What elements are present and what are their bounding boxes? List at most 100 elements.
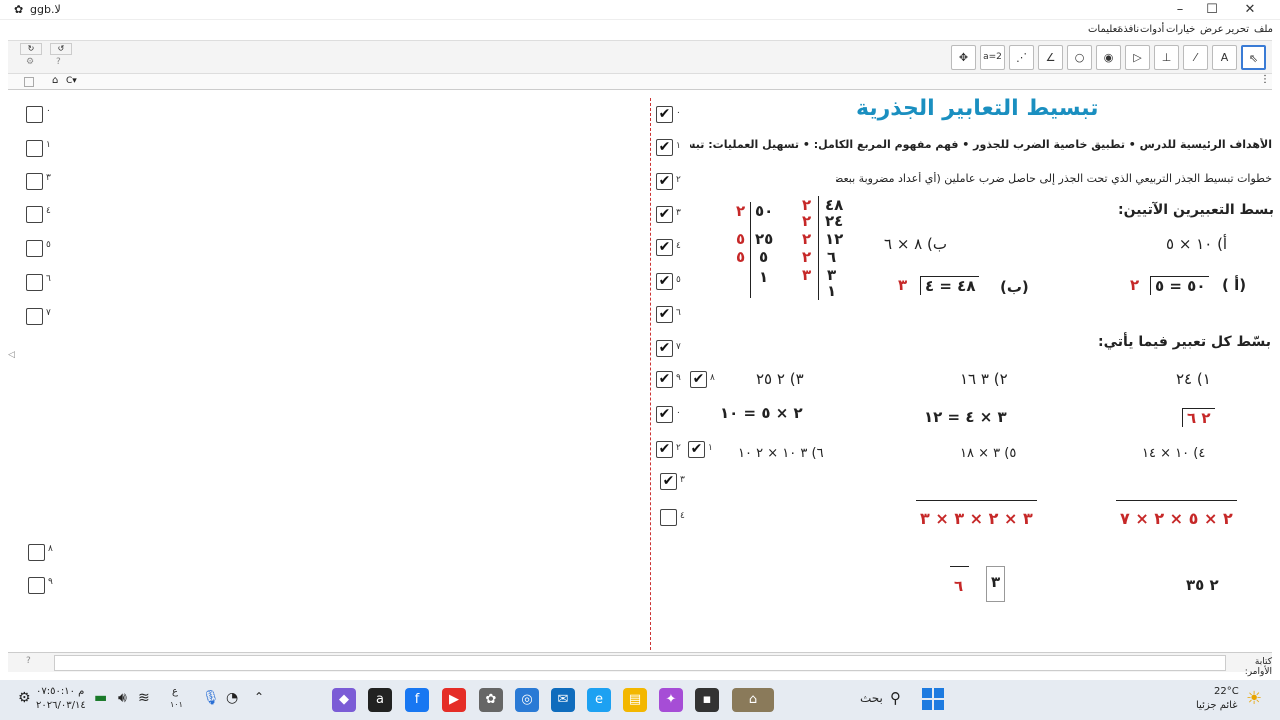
facebook-icon[interactable]: f [405, 688, 429, 712]
redo-icon[interactable]: ↻ [20, 43, 42, 55]
weather-sun-icon[interactable]: ☀ [1246, 688, 1262, 709]
weather-temp[interactable]: 22°C [1214, 686, 1239, 697]
algebra-checkbox-label: ٣ [46, 173, 51, 183]
battery-icon[interactable]: ▬ [94, 690, 107, 706]
input-help-icon[interactable]: ? [26, 656, 31, 666]
chevron-up-icon[interactable]: ⌃ [254, 690, 264, 704]
search-icon[interactable]: ⚲ [890, 689, 901, 707]
segment-tool[interactable]: ⁄ [1183, 45, 1208, 70]
taskbar: ⚙ م ٠٧:٥٠:١٠ ٢٠٢٦/٠٣/١٤ ▬ 🔊︎ ≋ ع ١٠١ 🎙︎ … [0, 680, 1280, 720]
graphics-checkbox[interactable]: ✔ [656, 206, 673, 223]
radical-expression-2: ٣ × ٢ × ٣ × ٣ [916, 500, 1037, 528]
youtube-icon[interactable]: ▶ [442, 688, 466, 712]
menu-window[interactable]: نافذة [1118, 24, 1139, 35]
reflect-tool[interactable]: ⋰ [1009, 45, 1034, 70]
home-icon[interactable]: ⌂ [52, 75, 58, 86]
undo-icon[interactable]: ↺ [50, 43, 72, 55]
close-button[interactable]: ✕ [1236, 1, 1264, 19]
algebra-checkbox[interactable] [26, 106, 43, 123]
algebra-checkbox[interactable] [26, 206, 43, 223]
maximize-button[interactable]: ☐ [1198, 1, 1226, 19]
circle-point-tool[interactable]: ○ [1067, 45, 1092, 70]
circle-tool[interactable]: ◉ [1096, 45, 1121, 70]
widget-icon[interactable]: ⌂ [732, 688, 774, 712]
algebra-checkbox[interactable] [26, 274, 43, 291]
radical-expression-1: ٢ × ٥ × ٢ × ٧ [1116, 500, 1237, 528]
graphics-checkbox[interactable]: ✔ [656, 173, 673, 190]
graphics-checkbox[interactable]: ✔ [656, 340, 673, 357]
clock-time[interactable]: م ٠٧:٥٠:١٠ [36, 686, 84, 697]
terminal-icon[interactable]: ▪ [695, 688, 719, 712]
language-indicator[interactable]: ع [172, 686, 178, 697]
amazon-icon[interactable]: a [368, 688, 392, 712]
collapse-arrow-icon[interactable]: ◁ [8, 350, 15, 360]
graphics-checkbox[interactable] [660, 509, 677, 526]
settings-icon[interactable]: ⚙ [26, 57, 34, 67]
file-explorer-icon[interactable]: ▤ [623, 688, 647, 712]
app-icon-2[interactable]: ◎ [515, 688, 539, 712]
algebra-checkbox[interactable] [26, 308, 43, 325]
copilot-app-icon[interactable]: ✦ [659, 688, 683, 712]
algebra-checkbox[interactable] [28, 577, 45, 594]
wifi-icon[interactable]: ≋ [138, 690, 150, 706]
graphics-checkbox[interactable]: ✔ [656, 239, 673, 256]
algebra-checkbox-label: ٩ [48, 577, 53, 587]
title-bar: ✿ ggb.لا – ☐ ✕ [0, 0, 1280, 20]
clock-date[interactable]: ٢٠٢٦/٠٣/١٤ [36, 700, 86, 711]
minimize-button[interactable]: – [1166, 1, 1194, 19]
windows-start-icon[interactable] [922, 688, 944, 710]
more-icon[interactable]: ⋮ [1260, 74, 1270, 85]
algebra-checkbox[interactable] [26, 173, 43, 190]
algebra-checkbox[interactable] [26, 140, 43, 157]
help-icon[interactable]: ? [56, 57, 61, 67]
outlook-icon[interactable]: ✉ [551, 688, 575, 712]
slider-tool[interactable]: a=2 [980, 45, 1005, 70]
graphics-checkbox[interactable]: ✔ [656, 406, 673, 423]
steps-text: خطوات تبسيط الجذر التربيعي الذي تحت الجذ… [836, 172, 1272, 185]
location-icon[interactable]: ◔ [226, 690, 238, 706]
geogebra-icon[interactable]: ✿ [479, 688, 503, 712]
menu-tools[interactable]: أدوات [1140, 24, 1164, 35]
search-label[interactable]: بحث [860, 691, 883, 705]
algebra-checkbox-label: ٧ [46, 308, 51, 318]
answer-b-label: (ب) [1000, 278, 1029, 296]
algebra-checkbox[interactable] [28, 544, 45, 561]
final-answer-2-box: ٣ [986, 566, 1006, 602]
graphics-checkbox[interactable]: ✔ [660, 473, 677, 490]
checkbox-label: ٢ [676, 443, 681, 453]
edge-icon[interactable]: e [587, 688, 611, 712]
problem-2-answer: ٣ × ٤ = ١٢ [924, 408, 1007, 426]
graphics-checkbox[interactable]: ✔ [656, 273, 673, 290]
command-input[interactable] [54, 655, 1226, 671]
perpendicular-tool[interactable]: ⊥ [1154, 45, 1179, 70]
graphics-checkbox[interactable]: ✔ [656, 106, 673, 123]
menu-help[interactable]: تعليمات [1088, 24, 1120, 35]
move-tool[interactable]: ⇖ [1241, 45, 1266, 70]
move-view-tool[interactable]: ✥ [951, 45, 976, 70]
polygon-tool[interactable]: ▷ [1125, 45, 1150, 70]
lesson-objectives: الأهداف الرئيسية للدرس • تطبيق خاصية الض… [690, 138, 1272, 151]
graphics-checkbox[interactable]: ✔ [656, 306, 673, 323]
view-dropdown[interactable]: C▾ [66, 76, 77, 86]
toggle-checkbox[interactable] [24, 77, 34, 87]
graphics-checkbox[interactable]: ✔ [656, 441, 673, 458]
microphone-icon[interactable]: 🎙︎ [202, 690, 220, 706]
weather-text[interactable]: غائم جزئيا [1196, 700, 1237, 711]
graphics-checkbox[interactable]: ✔ [688, 441, 705, 458]
settings-gear-icon[interactable]: ⚙ [18, 690, 31, 706]
graphics-checkbox[interactable]: ✔ [656, 371, 673, 388]
graphics-checkbox[interactable]: ✔ [656, 139, 673, 156]
answer-a-expr: ٥٠ = ٥ [1150, 276, 1210, 295]
graphics-checkbox[interactable]: ✔ [690, 371, 707, 388]
menu-options[interactable]: خيارات [1166, 24, 1195, 35]
menu-edit[interactable]: تحرير [1226, 24, 1249, 35]
algebra-checkbox[interactable] [26, 240, 43, 257]
arrow-pointer-icon: ⇖ [1248, 52, 1259, 65]
angle-tool[interactable]: ∠ [1038, 45, 1063, 70]
simplify-two-heading: بسط التعبيرين الآتيين: [1118, 202, 1275, 218]
volume-icon[interactable]: 🔊︎ [118, 690, 127, 706]
text-tool[interactable]: A [1212, 45, 1237, 70]
menu-view[interactable]: عرض [1200, 24, 1224, 35]
menu-file[interactable]: ملف [1254, 24, 1273, 35]
copilot-icon[interactable]: ◆ [332, 688, 356, 712]
